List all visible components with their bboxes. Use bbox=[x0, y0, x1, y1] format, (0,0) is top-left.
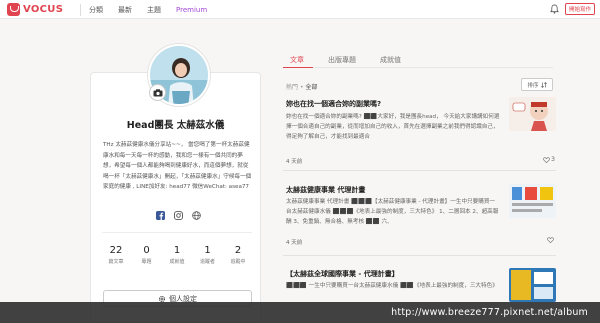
post-thumbnail-image bbox=[509, 268, 556, 302]
top-navigation-bar: VOCUS 分類 最新 主題 Premium 開始寫作 bbox=[0, 0, 600, 19]
profile-name: Head團長 太赫茲水儀 bbox=[126, 120, 225, 131]
post-time: 4 天前 bbox=[286, 240, 303, 246]
tab-published-topics[interactable]: 出版專題 bbox=[321, 51, 365, 68]
sort-icon bbox=[540, 81, 547, 88]
post-item[interactable]: 太赫茲健康事業 代理計畫 太赫茲健康事業 代理計畫 ⬛⬛⬛【太赫茲健康事業 - … bbox=[283, 184, 556, 256]
post-thumbnail[interactable] bbox=[509, 97, 556, 131]
stat-articles[interactable]: 22 篇文章 bbox=[102, 244, 130, 265]
post-thumbnail-image bbox=[509, 184, 556, 218]
stat-followers[interactable]: 1 追蹤者 bbox=[194, 244, 222, 265]
post-excerpt: ⬛⬛⬛ 一生中只要購買一台太赫茲健康水儀 ⬛⬛《地表上最強的制度，三大特色》 bbox=[286, 283, 498, 289]
content-tabs: 文章 出版專題 成就值 bbox=[283, 51, 553, 68]
profile-card bbox=[90, 72, 261, 323]
top-right-actions: 開始寫作 bbox=[550, 3, 595, 15]
filter-separator: • bbox=[299, 84, 304, 91]
post-likes[interactable] bbox=[547, 237, 555, 243]
post-thumbnail[interactable] bbox=[509, 268, 556, 302]
nav-divider bbox=[80, 3, 81, 16]
stat-achievement[interactable]: 1 成就值 bbox=[163, 244, 191, 265]
filter-value[interactable]: 全部 bbox=[305, 84, 317, 91]
vocus-logo-icon bbox=[7, 3, 20, 16]
heart-icon bbox=[543, 156, 550, 163]
stat-following[interactable]: 2 追蹤中 bbox=[224, 244, 252, 265]
tab-achievements[interactable]: 成就值 bbox=[373, 51, 410, 68]
nav-item-premium[interactable]: Premium bbox=[176, 6, 207, 14]
stat-value: 2 bbox=[234, 245, 242, 256]
profile-bio: THz 太赫茲健康水儀分享站~~， 當您喝了第一杯太赫茲健康水和每一天每一杯的感… bbox=[103, 142, 252, 191]
stat-value: 1 bbox=[204, 245, 211, 256]
post-excerpt: 太赫茲健康事業 代理計畫 ⬛⬛⬛【太赫茲健康事業 - 代理計畫】一生中只要購買一… bbox=[286, 199, 499, 226]
social-links bbox=[156, 211, 201, 220]
stat-value: 22 bbox=[109, 245, 123, 256]
facebook-icon[interactable] bbox=[156, 211, 165, 220]
heart-icon bbox=[547, 237, 554, 243]
tab-articles[interactable]: 文章 bbox=[283, 51, 313, 68]
post-excerpt: 妳也在找一個適合妳的副業嗎? ⬛⬛大家好，我是團長head， 今天給大家講講如何… bbox=[286, 114, 500, 141]
post-likes[interactable]: 3 bbox=[543, 156, 555, 163]
nav-item-categories[interactable]: 分類 bbox=[89, 5, 103, 15]
camera-icon bbox=[153, 88, 162, 96]
main-nav: 分類 最新 主題 Premium bbox=[80, 0, 222, 19]
brand-name: VOCUS bbox=[23, 4, 64, 15]
post-item[interactable]: 妳也在找一個適合妳的副業嗎? 妳也在找一個適合妳的副業嗎? ⬛⬛大家好，我是團長… bbox=[283, 97, 556, 171]
nav-item-latest[interactable]: 最新 bbox=[118, 5, 132, 15]
vocus-logo[interactable]: VOCUS bbox=[7, 3, 63, 16]
stat-label: 成就值 bbox=[169, 259, 185, 265]
filter-prefix[interactable]: 熱門 bbox=[286, 84, 298, 91]
profile-stats: 22 篇文章 0 專題 1 成就值 1 追蹤者 2 追蹤中 bbox=[102, 244, 252, 265]
website-icon[interactable] bbox=[192, 211, 201, 220]
post-thumbnail-image bbox=[509, 97, 556, 131]
post-thumbnail[interactable] bbox=[509, 184, 556, 218]
url-watermark: http://www.breeze777.pixnet.net/album bbox=[0, 302, 600, 323]
stat-label: 追蹤中 bbox=[230, 259, 246, 265]
change-avatar-button[interactable] bbox=[149, 84, 166, 101]
nav-item-topics[interactable]: 主題 bbox=[147, 5, 161, 15]
stat-value: 1 bbox=[173, 245, 181, 256]
likes-count: 3 bbox=[551, 156, 555, 163]
stat-topics[interactable]: 0 專題 bbox=[133, 244, 161, 265]
instagram-icon[interactable] bbox=[174, 211, 183, 220]
bell-icon[interactable] bbox=[550, 4, 559, 14]
profile-divider bbox=[102, 232, 252, 233]
start-writing-button[interactable]: 開始寫作 bbox=[564, 3, 595, 15]
post-time: 4 天前 bbox=[286, 159, 303, 165]
stat-label: 追蹤者 bbox=[199, 259, 215, 265]
stat-label: 專題 bbox=[141, 259, 152, 265]
sort-button[interactable]: 排序 bbox=[521, 78, 553, 91]
filter-breadcrumb: 熱門 • 全部 bbox=[286, 82, 317, 91]
stat-value: 0 bbox=[143, 245, 150, 256]
sort-label: 排序 bbox=[527, 82, 539, 89]
stat-label: 篇文章 bbox=[108, 259, 124, 265]
